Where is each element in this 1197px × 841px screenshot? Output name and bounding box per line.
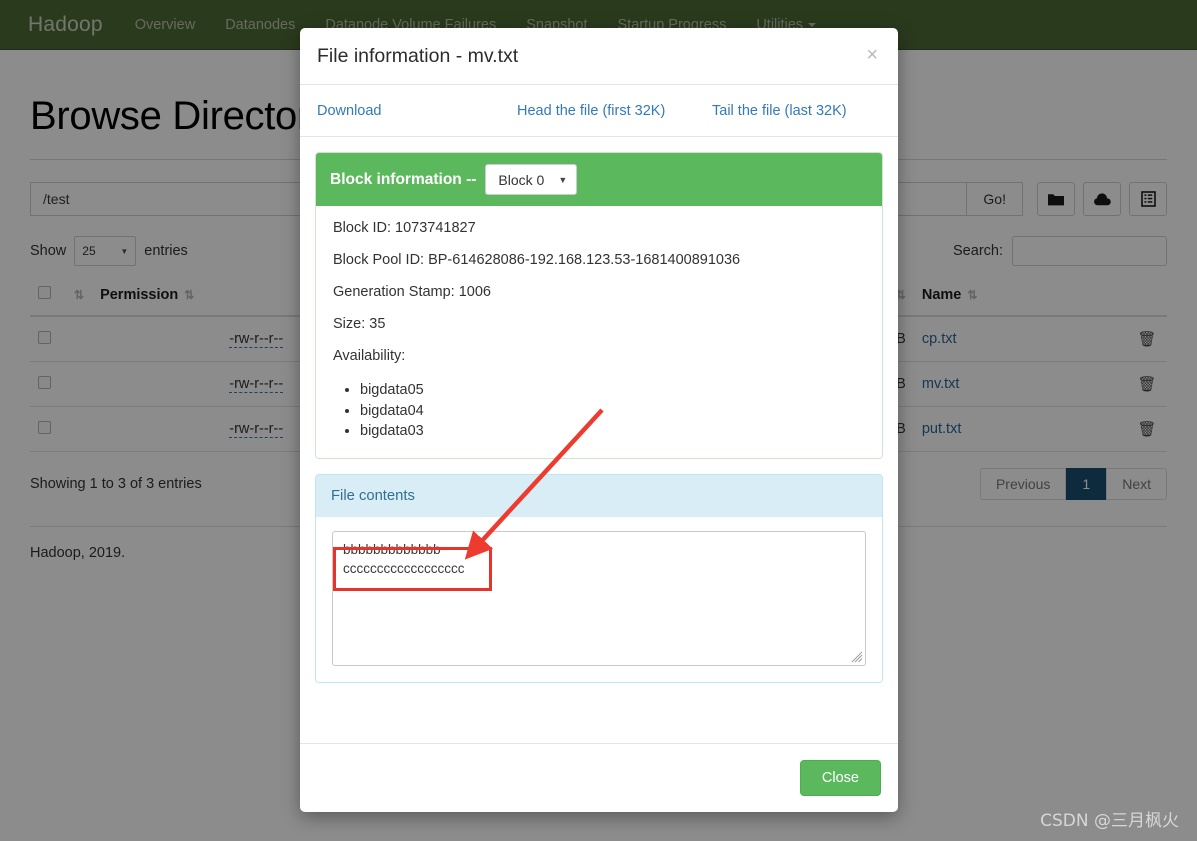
dialog-title: File information - mv.txt — [317, 45, 519, 67]
close-icon[interactable]: × — [866, 45, 878, 65]
block-select[interactable]: Block 0 ▼ — [485, 164, 578, 195]
generation-stamp: Generation Stamp: 1006 — [333, 284, 491, 300]
list-item: bigdata05 — [360, 380, 865, 401]
file-contents-body: bbbbbbbbbbbbb cccccccccccccccccc — [316, 516, 882, 682]
block-id: Block ID: 1073741827 — [333, 220, 476, 236]
file-information-dialog: File information - mv.txt × Download Hea… — [300, 28, 898, 812]
block-size: Size: 35 — [333, 316, 386, 332]
file-contents-panel: File contents bbbbbbbbbbbbb cccccccccccc… — [315, 473, 883, 683]
block-select-value: Block 0 — [498, 171, 545, 188]
file-contents-textarea[interactable]: bbbbbbbbbbbbb cccccccccccccccccc — [332, 530, 866, 666]
list-item: bigdata03 — [360, 421, 865, 442]
close-button[interactable]: Close — [799, 760, 881, 796]
list-item: bigdata04 — [360, 401, 865, 422]
watermark: CSDN @三月枫火 — [1040, 811, 1179, 831]
block-information-panel: Block information -- Block 0 ▼ Block ID:… — [315, 152, 883, 459]
file-contents-header: File contents — [316, 474, 882, 517]
block-information-label: Block information -- — [330, 170, 477, 188]
tail-file-link[interactable]: Tail the file (last 32K) — [712, 103, 847, 119]
availability-label: Availability: — [333, 348, 406, 364]
block-panel-body: Block ID: 1073741827 Block Pool ID: BP-6… — [316, 206, 882, 458]
block-panel-header: Block information -- Block 0 ▼ — [316, 153, 882, 206]
head-file-link[interactable]: Head the file (first 32K) — [517, 103, 712, 119]
dialog-action-links: Download Head the file (first 32K) Tail … — [300, 85, 898, 137]
resize-handle-icon[interactable] — [851, 651, 863, 663]
download-link[interactable]: Download — [317, 103, 517, 119]
block-pool-id: Block Pool ID: BP-614628086-192.168.123.… — [333, 252, 741, 268]
availability-list: bigdata05 bigdata04 bigdata03 — [333, 380, 865, 442]
chevron-down-icon: ▼ — [558, 174, 568, 185]
dialog-footer: Close — [300, 743, 898, 812]
dialog-header: File information - mv.txt × — [300, 28, 898, 85]
